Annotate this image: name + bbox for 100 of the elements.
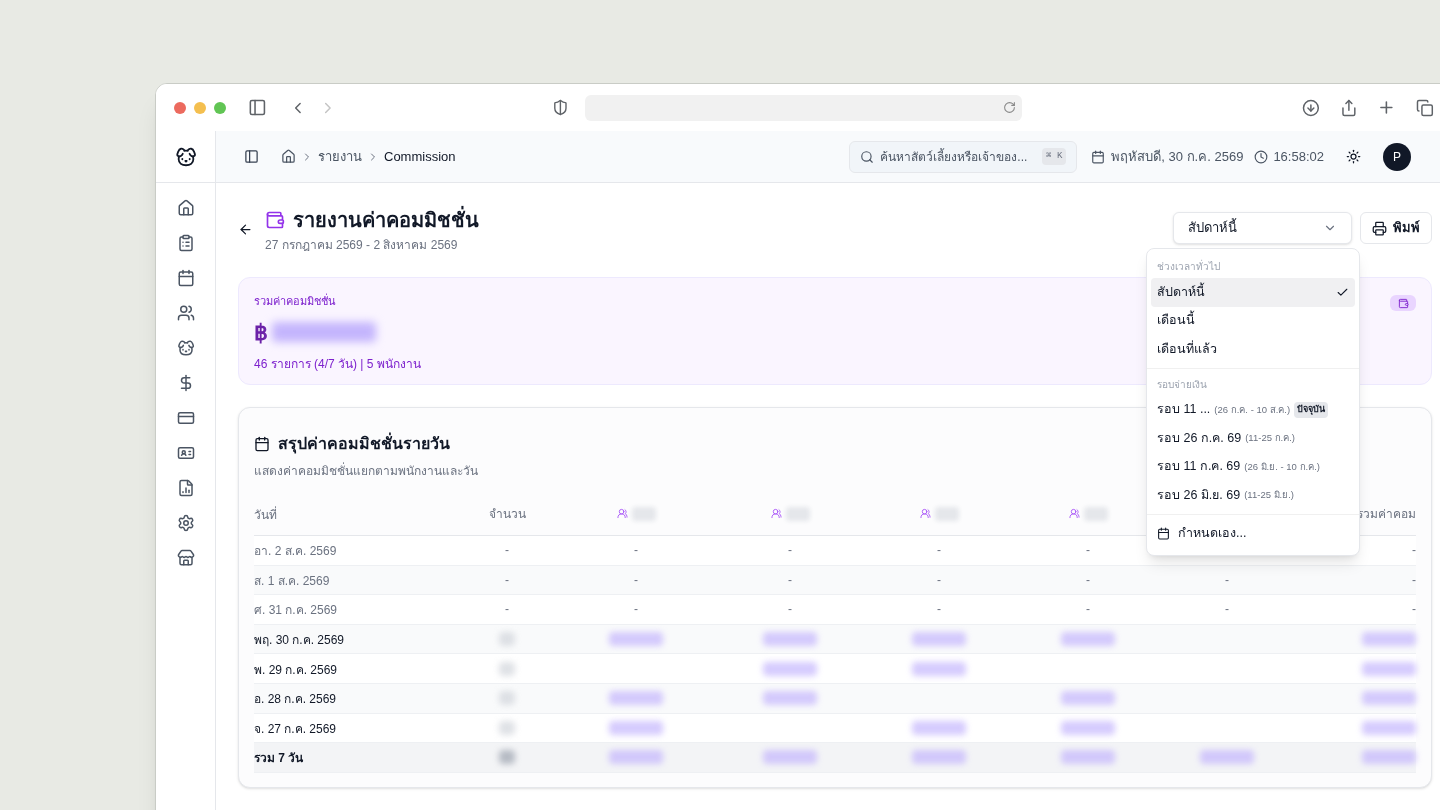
shield-icon[interactable] [552, 99, 570, 116]
blurred-value [609, 750, 663, 765]
print-button[interactable]: พิมพ์ [1360, 212, 1432, 244]
custom-range-item[interactable]: กำหนดเอง... [1151, 518, 1355, 549]
clipboard-icon[interactable] [176, 234, 195, 252]
blurred-value [609, 691, 663, 706]
employee-icon [1068, 508, 1080, 519]
blurred-value [763, 632, 817, 647]
date-cell: พ. 29 ก.ค. 2569 [254, 662, 338, 677]
blurred-value [1200, 750, 1254, 765]
table-cell: - [505, 571, 509, 588]
blurred-value [763, 691, 817, 706]
employee-icon [770, 508, 782, 519]
date-cell: พฤ. 30 ก.ค. 2569 [254, 633, 345, 648]
current-time: 16:58:02 [1273, 147, 1324, 166]
sidebar-toggle-icon[interactable] [244, 149, 259, 164]
menu-item-label: รอบ 26 ก.ค. 69 [1157, 429, 1242, 447]
currency-symbol: ฿ [254, 318, 268, 347]
summary-label: รวมค่าคอมมิชชั่น [254, 293, 337, 309]
store-icon[interactable] [176, 549, 195, 567]
search-input[interactable]: ค้นหาสัตว์เลี้ยงหรือเจ้าของ... [880, 147, 1037, 166]
blurred-value [912, 750, 966, 765]
wallet-icon [265, 210, 285, 230]
menu-item[interactable]: เดือนที่แล้ว [1151, 335, 1355, 364]
calendar-icon[interactable] [176, 269, 195, 287]
blurred-value [763, 661, 817, 676]
current-date: พฤหัสบดี, 30 ก.ค. 2569 [1111, 147, 1244, 166]
sun-icon[interactable] [1346, 149, 1361, 164]
summary-detail: 46 รายการ (4/7 วัน) | 5 พนักงาน [254, 355, 421, 373]
sidebar-icon[interactable] [248, 98, 267, 117]
table-cell: - [505, 542, 509, 559]
menu-item[interactable]: รอบ 11 ... (26 ก.ค. - 10 ส.ค.) ปัจจุบัน [1151, 395, 1355, 424]
employee-icon [616, 508, 628, 519]
menu-item[interactable]: รอบ 26 ก.ค. 69 (11-25 ก.ค.) [1151, 424, 1355, 453]
share-icon[interactable] [1339, 98, 1358, 117]
blurred-value [499, 720, 515, 735]
credit-card-icon[interactable] [176, 409, 195, 427]
home-icon[interactable] [281, 149, 296, 164]
avatar[interactable]: P [1383, 142, 1411, 171]
date-cell: อา. 2 ส.ค. 2569 [254, 544, 337, 559]
download-icon[interactable] [1301, 98, 1320, 117]
blurred-value [763, 750, 817, 765]
table-cell: - [505, 601, 509, 618]
menu-item-label: เดือนนี้ [1157, 311, 1195, 331]
report-icon[interactable] [176, 479, 195, 497]
blurred-value [912, 720, 966, 735]
blurred-value [1362, 661, 1416, 676]
table-cell: - [1225, 571, 1229, 588]
table-cell: - [1412, 571, 1416, 588]
users-icon[interactable] [176, 304, 195, 322]
menu-item[interactable]: เดือนนี้ [1151, 306, 1355, 335]
menu-item-label: สัปดาห์นี้ [1157, 282, 1205, 301]
blurred-value [1362, 691, 1416, 706]
home-icon[interactable] [176, 199, 195, 217]
search-icon [860, 149, 875, 164]
blurred-value [609, 632, 663, 647]
date-cell: รวม 7 วัน [254, 751, 304, 766]
column-header: จำนวน [488, 505, 526, 523]
table-cell: - [1086, 571, 1090, 588]
page-subtitle: 27 กรกฎาคม 2569 - 2 สิงหาคม 2569 [265, 237, 459, 254]
tabs-icon[interactable] [1416, 98, 1434, 117]
date-cell: ศ. 31 ก.ค. 2569 [254, 603, 338, 618]
dog-icon[interactable] [176, 339, 195, 357]
breadcrumb-link[interactable]: รายงาน [318, 146, 362, 167]
table-cell: - [788, 601, 792, 618]
menu-item[interactable]: สัปดาห์นี้ [1151, 278, 1355, 307]
dog-logo-icon [174, 145, 197, 168]
reload-icon[interactable] [1002, 101, 1016, 114]
current-badge: ปัจจุบัน [1294, 402, 1329, 418]
menu-item-range: (26 ก.ค. - 10 ส.ค.) [1214, 402, 1291, 417]
menu-item[interactable]: รอบ 26 มิ.ย. 69 (11-25 มิ.ย.) [1151, 481, 1355, 510]
blurred-value [609, 720, 663, 735]
calendar-icon [1157, 527, 1170, 540]
blurred-value [912, 632, 966, 647]
menu-heading: ช่วงเวลาทั่วไป [1156, 258, 1221, 274]
date-cell: อ. 28 ก.ค. 2569 [254, 692, 337, 707]
menu-item-range: (26 มิ.ย. - 10 ก.ค.) [1244, 459, 1320, 474]
breadcrumb-link[interactable]: Commission [384, 146, 456, 167]
table-cell: - [1412, 542, 1416, 559]
page-title: รายงานค่าคอมมิชชั่น [293, 205, 479, 235]
menu-item-range: (11-25 มิ.ย.) [1244, 488, 1295, 503]
table-cell: - [1086, 601, 1090, 618]
table-cell: - [788, 571, 792, 588]
section-title: สรุปค่าคอมมิชชั่นรายวัน [278, 432, 450, 456]
period-select[interactable]: สัปดาห์นี้ [1173, 212, 1352, 244]
settings-icon[interactable] [176, 514, 195, 532]
menu-item-label: เดือนที่แล้ว [1157, 339, 1217, 358]
search-bar[interactable]: ค้นหาสัตว์เลี้ยงหรือเจ้าของ... ⌘ K [849, 140, 1078, 173]
table-cell: - [937, 601, 941, 618]
calendar-icon [254, 436, 270, 452]
date-cell: ส. 1 ส.ค. 2569 [254, 573, 330, 588]
menu-item[interactable]: รอบ 11 ก.ค. 69 (26 มิ.ย. - 10 ก.ค.) [1151, 452, 1355, 481]
column-header: วันที่ [254, 507, 277, 522]
table-cell: - [634, 601, 638, 618]
column-header: รวมค่าคอม [1357, 505, 1416, 523]
table-cell: - [1412, 601, 1416, 618]
printer-icon [1372, 220, 1387, 236]
id-card-icon[interactable] [176, 444, 195, 462]
wallet-badge [1390, 295, 1416, 311]
calendar-icon [1091, 149, 1106, 164]
